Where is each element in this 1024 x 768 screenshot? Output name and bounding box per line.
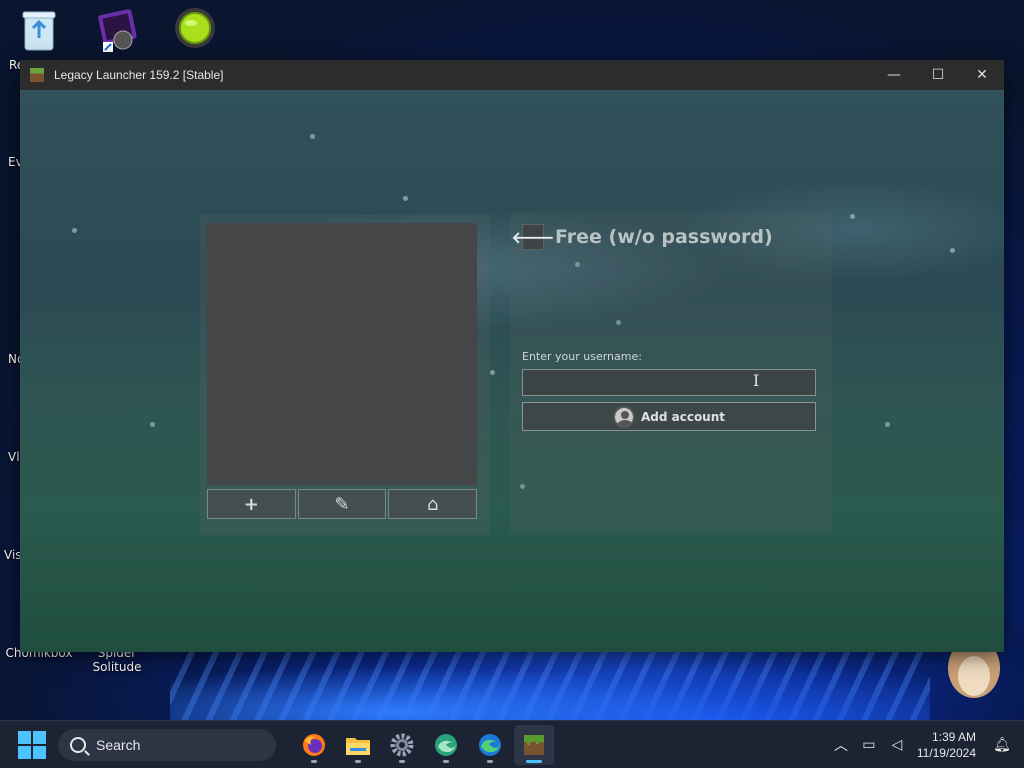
- taskbar: Search ︿ ▭ ◁ 1:39 AM 11/19/2024 🔔︎: [0, 720, 1024, 768]
- close-button[interactable]: ✕: [960, 60, 1004, 90]
- clock-date: 11/19/2024: [916, 745, 976, 760]
- film-reel-icon: [98, 9, 137, 52]
- search-placeholder: Search: [96, 736, 141, 753]
- back-button[interactable]: 🡐: [512, 224, 554, 250]
- settings-taskbar-button[interactable]: [382, 725, 422, 765]
- edge-icon: [479, 733, 501, 756]
- desktop-icon-label[interactable]: Vl: [8, 450, 20, 464]
- add-account-label: Add account: [640, 409, 726, 424]
- minecraft-launcher-taskbar-button[interactable]: [514, 724, 554, 765]
- username-input[interactable]: [522, 369, 816, 396]
- edge-dev-icon: [435, 733, 457, 756]
- firefox-icon: [303, 733, 325, 756]
- system-tray: ︿ ▭ ◁ 1:39 AM 11/19/2024 🔔︎: [827, 729, 1024, 761]
- add-account-icon-button[interactable]: +: [207, 489, 296, 519]
- search-box[interactable]: Search: [58, 728, 276, 761]
- launcher-background: + ✎ ⌂ 🡐 Free (w/o password) Enter your u…: [20, 90, 1004, 652]
- home-icon: ⌂: [426, 493, 439, 515]
- chevron-up-icon[interactable]: ︿: [827, 735, 855, 755]
- grass-block-icon: [30, 68, 44, 82]
- account-list[interactable]: [207, 223, 477, 485]
- maximize-button[interactable]: ☐: [916, 60, 960, 90]
- gear-app-shortcut[interactable]: [160, 6, 230, 53]
- home-button[interactable]: ⌂: [388, 489, 478, 519]
- title-bar[interactable]: Legacy Launcher 159.2 [Stable] — ☐ ✕: [20, 60, 1004, 90]
- recycle-bin-icon: [22, 11, 56, 51]
- search-icon: [70, 736, 86, 753]
- desktop-icon-label[interactable]: Vis: [4, 548, 22, 562]
- pencil-icon: ✎: [334, 493, 350, 515]
- arrow-left-icon: 🡐: [511, 228, 555, 247]
- window-title: Legacy Launcher 159.2 [Stable]: [54, 68, 224, 82]
- file-explorer-icon: [346, 737, 370, 755]
- edit-account-button[interactable]: ✎: [297, 489, 387, 519]
- plus-icon: +: [243, 493, 259, 515]
- account-toolbar: + ✎ ⌂: [207, 489, 478, 519]
- settings-icon: [390, 733, 414, 756]
- user-avatar-icon: [612, 405, 635, 428]
- recycle-bin-shortcut[interactable]: Re: [4, 8, 74, 72]
- file-explorer-taskbar-button[interactable]: [338, 725, 378, 765]
- volume-muted-icon[interactable]: ◁: [883, 737, 911, 753]
- start-button[interactable]: [18, 730, 46, 759]
- network-icon[interactable]: ▭: [855, 737, 883, 753]
- wallpaper-swirl: [170, 640, 930, 730]
- clock-time: 1:39 AM: [931, 729, 976, 744]
- edge-dev-taskbar-button[interactable]: [426, 725, 466, 765]
- minimize-button[interactable]: —: [872, 60, 916, 90]
- edge-taskbar-button[interactable]: [470, 725, 510, 765]
- clock[interactable]: 1:39 AM 11/19/2024: [917, 729, 976, 761]
- notification-bell-icon[interactable]: 🔔︎: [988, 737, 1016, 753]
- firefox-taskbar-button[interactable]: [294, 725, 334, 765]
- launcher-window: Legacy Launcher 159.2 [Stable] — ☐ ✕ + ✎…: [20, 60, 1004, 652]
- windows-logo-icon: [18, 730, 31, 744]
- username-label: Enter your username:: [522, 350, 642, 363]
- form-heading: Free (w/o password): [555, 226, 773, 248]
- text-cursor-icon: I: [753, 371, 760, 390]
- minecraft-launcher-icon: [524, 734, 544, 755]
- green-gear-icon: [175, 8, 215, 48]
- add-account-button[interactable]: Add account: [522, 402, 816, 431]
- video-app-shortcut[interactable]: [82, 6, 152, 57]
